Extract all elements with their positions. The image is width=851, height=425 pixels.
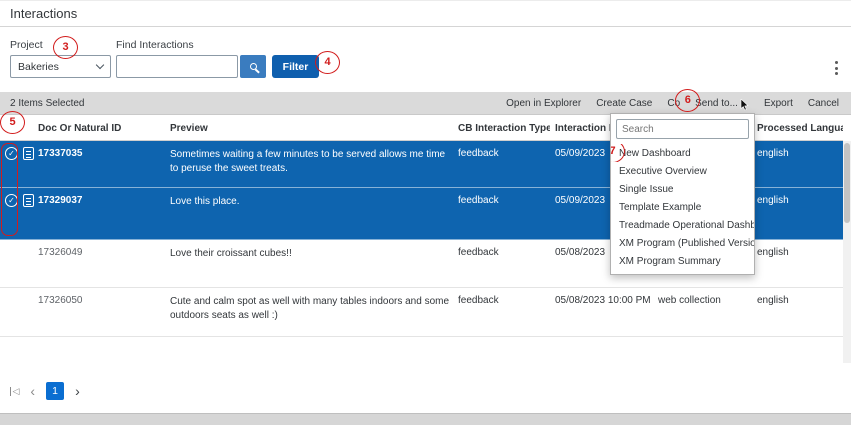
document-icon[interactable] <box>23 194 34 207</box>
footer-strip <box>0 413 851 425</box>
cell-date: 05/08/2023 10:00 PM <box>555 295 655 306</box>
scrollbar-thumb[interactable] <box>844 143 850 223</box>
action-send-to[interactable]: Send to... <box>695 96 749 111</box>
menu-item-single-issue[interactable]: Single Issue <box>611 180 754 198</box>
interactions-page: Interactions Project Bakeries Find Inter… <box>0 0 851 425</box>
menu-item-label: New Dashboard <box>619 148 691 159</box>
action-send-to-label: Send to... <box>695 98 738 109</box>
selected-count: 2 Items Selected <box>10 98 84 109</box>
filter-button[interactable]: Filter <box>272 55 319 78</box>
cell-type: feedback <box>458 247 550 258</box>
project-label: Project <box>10 39 43 51</box>
cell-type: feedback <box>458 195 550 206</box>
annotation-circle-3: 3 <box>53 36 78 59</box>
overflow-menu-button[interactable] <box>829 58 843 78</box>
column-processed-language[interactable]: Processed Language <box>757 123 843 134</box>
action-cancel[interactable]: Cancel <box>808 98 839 109</box>
pagination: ◁ ‹ 1 › <box>10 381 80 401</box>
column-interaction-type[interactable]: CB Interaction Type <box>458 123 550 134</box>
cell-doc-id: 17326050 <box>38 295 164 306</box>
annotation-circle-4: 4 <box>315 51 340 74</box>
cell-preview: Love their croissant cubes!! <box>170 247 454 261</box>
page-title: Interactions <box>10 6 77 21</box>
action-open-in-explorer[interactable]: Open in Explorer <box>506 98 581 109</box>
next-page-icon[interactable]: › <box>75 384 80 398</box>
page-number-button[interactable]: 1 <box>46 382 64 400</box>
cell-doc-id: 17326049 <box>38 247 164 258</box>
menu-search-input[interactable] <box>616 119 749 139</box>
project-select[interactable]: Bakeries <box>10 55 111 78</box>
menu-item-new-dashboard[interactable]: New Dashboard 7 <box>611 144 754 162</box>
cell-language: english <box>757 247 843 258</box>
chevron-down-icon <box>96 61 104 69</box>
toolbar-actions: Open in Explorer Create Case Co 6 Send t… <box>506 96 839 111</box>
project-select-value: Bakeries <box>18 61 59 73</box>
cell-source: web collection <box>658 295 752 306</box>
action-export[interactable]: Export <box>764 98 793 109</box>
kebab-icon <box>835 61 838 64</box>
cell-preview: Sometimes waiting a few minutes to be se… <box>170 148 454 176</box>
annotation-circle-6: 6 <box>675 89 700 112</box>
title-bar: Interactions <box>0 1 851 27</box>
find-interactions-input[interactable] <box>116 55 238 78</box>
annotation-rect-checkboxes <box>1 143 18 236</box>
first-page-icon[interactable]: ◁ <box>10 387 19 396</box>
search-button[interactable] <box>240 55 266 78</box>
search-icon <box>250 63 257 70</box>
action-copy[interactable]: Co 6 <box>667 98 680 109</box>
cell-language: english <box>757 148 843 159</box>
column-preview[interactable]: Preview <box>170 123 454 134</box>
menu-item-template-example[interactable]: Template Example <box>611 198 754 216</box>
filter-bar: Project Bakeries Find Interactions Filte… <box>0 28 851 92</box>
cell-preview: Love this place. <box>170 195 454 209</box>
cell-doc-id: 17337035 <box>38 148 164 159</box>
document-icon[interactable] <box>23 147 34 160</box>
cell-type: feedback <box>458 148 550 159</box>
table-row[interactable]: 17326050 Cute and calm spot as well with… <box>0 288 843 337</box>
find-interactions-label: Find Interactions <box>116 39 194 51</box>
cell-language: english <box>757 295 843 306</box>
annotation-circle-5: 5 <box>0 111 25 134</box>
prev-page-icon[interactable]: ‹ <box>30 384 35 398</box>
table-scrollbar[interactable] <box>843 141 851 363</box>
cell-language: english <box>757 195 843 206</box>
cursor-icon <box>740 99 749 111</box>
cell-doc-id: 17329037 <box>38 195 164 206</box>
cell-preview: Cute and calm spot as well with many tab… <box>170 295 454 323</box>
send-to-menu: New Dashboard 7 Executive Overview Singl… <box>610 113 755 275</box>
menu-item-xm-program-summary[interactable]: XM Program Summary <box>611 252 754 270</box>
menu-item-treadmade-operational-dashboard[interactable]: Treadmade Operational Dashboard <box>611 216 754 234</box>
annotation-circle-7: 7 <box>611 144 625 162</box>
column-doc-id[interactable]: Doc Or Natural ID <box>38 123 164 134</box>
menu-item-executive-overview[interactable]: Executive Overview <box>611 162 754 180</box>
menu-item-xm-program-published[interactable]: XM Program (Published Version) <box>611 234 754 252</box>
action-create-case[interactable]: Create Case <box>596 98 652 109</box>
cell-type: feedback <box>458 295 550 306</box>
selection-toolbar: 2 Items Selected Open in Explorer Create… <box>0 92 851 115</box>
